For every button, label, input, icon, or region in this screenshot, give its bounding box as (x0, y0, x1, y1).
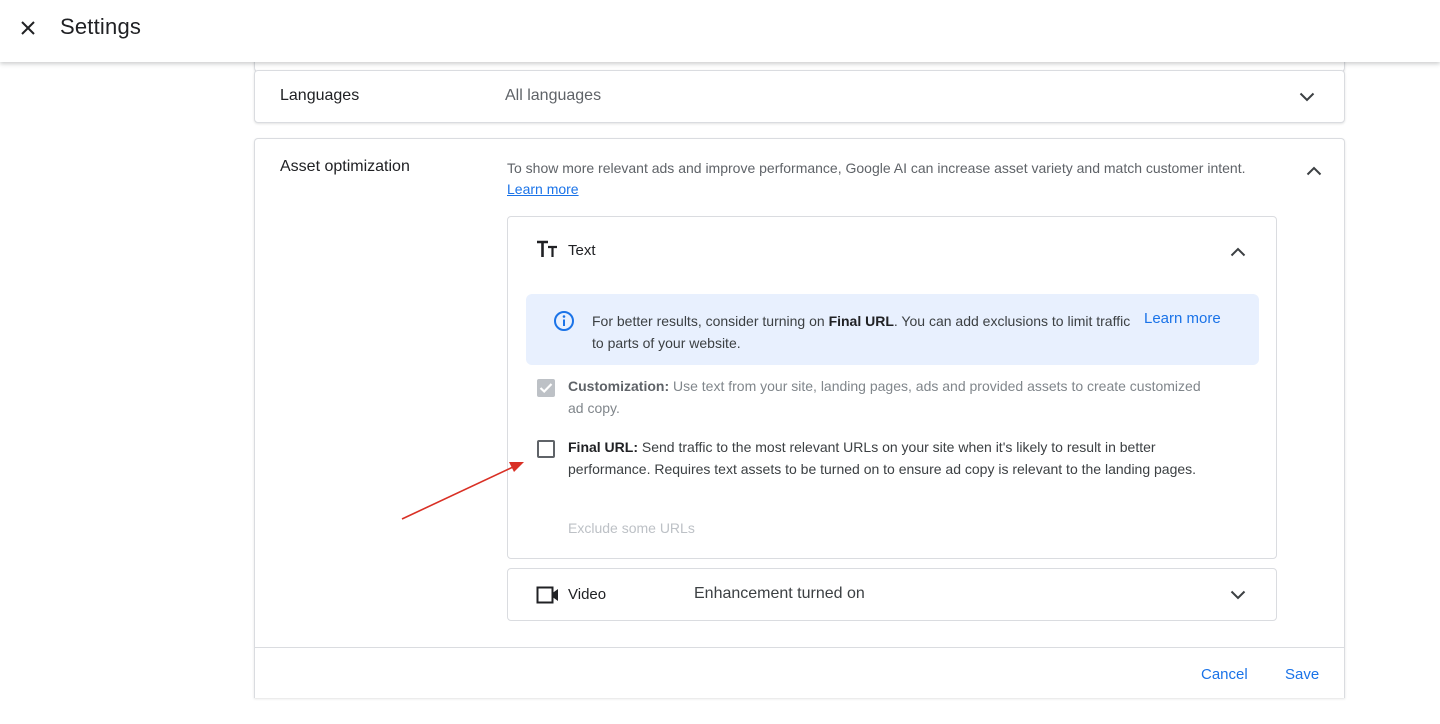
info-prefix: For better results, consider turning on (592, 313, 829, 329)
video-asset-panel[interactable]: Video Enhancement turned on (507, 568, 1277, 621)
info-banner: For better results, consider turning on … (526, 294, 1259, 365)
chevron-down-icon[interactable] (1295, 85, 1319, 109)
asset-optimization-label: Asset optimization (280, 158, 410, 175)
text-format-icon (536, 240, 558, 260)
page-title: Settings (60, 14, 142, 39)
top-bar: Settings (0, 0, 1440, 62)
final-url-checkbox[interactable] (537, 440, 555, 458)
close-icon[interactable] (14, 14, 42, 42)
chevron-up-icon[interactable] (1302, 159, 1326, 183)
languages-value: All languages (505, 87, 602, 104)
video-panel-title: Video (568, 586, 607, 603)
footer-divider (255, 647, 1344, 648)
final-url-option-text: Final URL: Send traffic to the most rele… (568, 436, 1218, 480)
info-learn-more-link[interactable]: Learn more (1144, 310, 1221, 327)
customization-option-text: Customization: Use text from your site, … (568, 375, 1218, 419)
info-icon (553, 310, 575, 332)
video-icon (536, 585, 560, 605)
chevron-down-icon[interactable] (1226, 583, 1250, 607)
info-text: For better results, consider turning on … (592, 310, 1132, 354)
chevron-up-icon[interactable] (1226, 240, 1250, 264)
text-asset-panel: Text For better results, consider turnin… (507, 216, 1277, 559)
asset-description-text: To show more relevant ads and improve pe… (507, 160, 1246, 176)
asset-optimization-card: Asset optimization To show more relevant… (254, 138, 1345, 698)
final-url-description: Send traffic to the most relevant URLs o… (568, 439, 1197, 477)
final-url-label: Final URL: (568, 439, 638, 455)
languages-label: Languages (280, 87, 360, 104)
learn-more-link[interactable]: Learn more (507, 181, 579, 197)
info-bold: Final URL (828, 313, 894, 329)
save-button[interactable]: Save (1285, 666, 1319, 683)
customization-checkbox[interactable] (537, 379, 555, 397)
video-status: Enhancement turned on (694, 585, 865, 602)
cancel-button[interactable]: Cancel (1201, 666, 1248, 683)
customization-label: Customization: (568, 378, 670, 394)
exclude-urls-link[interactable]: Exclude some URLs (568, 520, 695, 536)
asset-optimization-description: To show more relevant ads and improve pe… (507, 158, 1282, 200)
text-panel-title: Text (568, 242, 596, 259)
languages-card[interactable]: Languages All languages (254, 70, 1345, 123)
